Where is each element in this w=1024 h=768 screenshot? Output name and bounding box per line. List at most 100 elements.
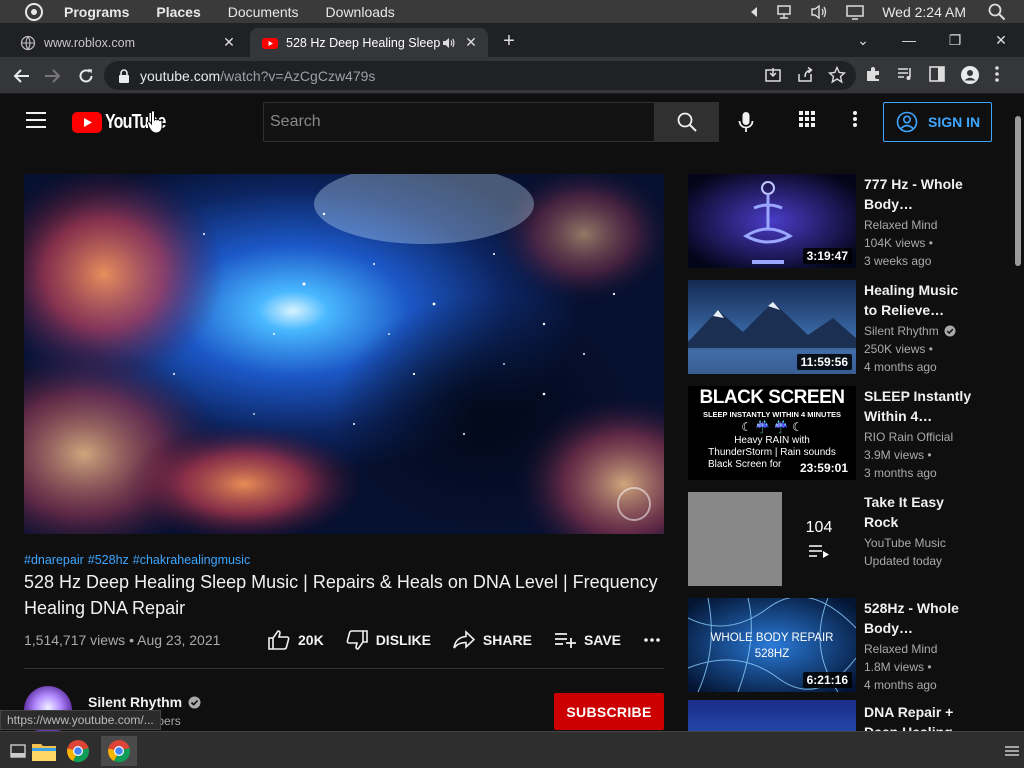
menu-downloads[interactable]: Downloads <box>326 4 395 20</box>
display-icon[interactable] <box>846 4 864 20</box>
yt-apps-button[interactable] <box>796 108 818 130</box>
hashtag-link[interactable]: #528hz <box>88 553 129 567</box>
tab-search-icon[interactable]: ⌄ <box>840 23 886 57</box>
rec-title[interactable]: Healing Music to Relieve… <box>864 280 974 320</box>
menu-programs[interactable]: Programs <box>64 4 129 20</box>
recommendation-item[interactable]: DNA Repair + Deep Healing… <box>688 700 1008 731</box>
bookmark-star-icon[interactable] <box>828 66 846 84</box>
address-bar[interactable]: youtube.com/watch?v=AzCgCzw479s <box>104 61 856 90</box>
rec-title[interactable]: 777 Hz - Whole Body… <box>864 174 974 214</box>
os-logo-icon[interactable] <box>24 2 44 22</box>
maximize-button[interactable]: ❐ <box>932 23 978 57</box>
rec-title[interactable]: SLEEP Instantly Within 4… <box>864 386 974 426</box>
new-tab-button[interactable]: + <box>498 31 520 53</box>
menu-documents[interactable]: Documents <box>228 4 299 20</box>
link-hover-status: https://www.youtube.com/... <box>0 710 161 730</box>
close-tab-icon[interactable]: ✕ <box>462 34 480 52</box>
guide-menu-button[interactable] <box>26 112 46 128</box>
rec-age: 4 months ago <box>864 678 937 692</box>
search-icon[interactable] <box>988 3 1006 21</box>
profile-icon[interactable] <box>960 65 980 85</box>
subscribe-button[interactable]: SUBSCRIBE <box>554 693 664 730</box>
chrome-icon <box>108 740 130 763</box>
video-actions: 20K DISLIKE SHARE SAVE <box>268 630 691 650</box>
media-controls-icon[interactable] <box>896 65 914 83</box>
lock-icon[interactable] <box>118 68 130 83</box>
chrome-taskbar-button[interactable] <box>62 736 94 766</box>
video-thumbnail[interactable]: 11:59:56 <box>688 280 856 374</box>
audio-playing-icon[interactable] <box>442 36 456 50</box>
close-window-button[interactable]: ✕ <box>978 23 1024 57</box>
voice-search-button[interactable] <box>728 104 764 140</box>
search-button[interactable] <box>655 102 719 142</box>
rec-views: 1.8M views • <box>864 660 932 674</box>
recommendation-item[interactable]: WHOLE BODY REPAIR 528HZ 6:21:16 528Hz - … <box>688 598 1008 694</box>
video-thumbnail[interactable]: BLACK SCREEN SLEEP INSTANTLY WITHIN 4 MI… <box>688 386 856 480</box>
rec-channel[interactable]: Relaxed Mind <box>864 642 937 656</box>
rec-title[interactable]: 528Hz - Whole Body… <box>864 598 974 638</box>
sign-in-button[interactable]: SIGN IN <box>883 102 992 142</box>
tab-youtube[interactable]: 528 Hz Deep Healing Sleep M ✕ <box>250 28 488 57</box>
video-thumbnail[interactable]: WHOLE BODY REPAIR 528HZ 6:21:16 <box>688 598 856 692</box>
like-button[interactable]: 20K <box>268 630 324 650</box>
youtube-icon <box>262 37 278 49</box>
tray-arrow-icon[interactable] <box>750 6 758 17</box>
volume-icon[interactable] <box>810 4 828 20</box>
settings-menu-button[interactable] <box>844 108 866 130</box>
recommendation-item[interactable]: BLACK SCREEN SLEEP INSTANTLY WITHIN 4 MI… <box>688 386 1008 482</box>
forward-button[interactable] <box>42 65 64 87</box>
rec-channel[interactable]: Silent Rhythm <box>864 324 956 338</box>
video-player[interactable] <box>24 174 664 534</box>
install-app-icon[interactable] <box>764 66 782 84</box>
thumbs-up-icon <box>268 630 290 650</box>
rec-channel[interactable]: RIO Rain Official <box>864 430 953 444</box>
file-manager-button[interactable] <box>28 736 60 766</box>
playlist-thumbnail[interactable]: 104 <box>688 492 856 586</box>
hamburger-icon <box>26 112 46 128</box>
search-input[interactable]: Search <box>263 102 655 142</box>
rec-views: 3.9M views • <box>864 448 932 462</box>
clock[interactable]: Wed 2:24 AM <box>882 4 966 20</box>
taskbar-menu-button[interactable] <box>996 736 1024 766</box>
share-button[interactable]: SHARE <box>453 630 532 650</box>
page-scrollbar[interactable] <box>1012 94 1024 731</box>
share-page-icon[interactable] <box>796 66 814 84</box>
recommendation-item[interactable]: 104 Take It Easy Rock YouTube Music Upda… <box>688 492 1008 588</box>
rec-title[interactable]: DNA Repair + Deep Healing… <box>864 702 974 731</box>
rain-cloud-icons: ☾ ☔ ☔ ☾ <box>741 420 803 434</box>
network-icon[interactable] <box>776 4 792 20</box>
more-horiz-icon <box>644 638 660 642</box>
menu-places[interactable]: Places <box>156 4 200 20</box>
reload-button[interactable] <box>75 65 97 87</box>
url-path: /watch?v=AzCgCzw479s <box>220 67 376 84</box>
extensions-icon[interactable] <box>864 65 882 83</box>
playlist-count: 104 <box>805 519 833 536</box>
recommendation-item[interactable]: 11:59:56 Healing Music to Relieve… Silen… <box>688 280 1008 376</box>
tab-roblox[interactable]: www.roblox.com ✕ <box>8 28 246 57</box>
recommendation-item[interactable]: 3:19:47 777 Hz - Whole Body… Relaxed Min… <box>688 174 1008 270</box>
video-thumbnail[interactable] <box>688 700 856 731</box>
rec-channel[interactable]: Relaxed Mind <box>864 218 937 232</box>
rec-channel-name: Silent Rhythm <box>864 324 939 338</box>
channel-name[interactable]: Silent Rhythm <box>88 694 201 710</box>
more-actions-button[interactable] <box>643 637 669 643</box>
close-tab-icon[interactable]: ✕ <box>220 34 238 52</box>
rec-title[interactable]: Take It Easy Rock <box>864 492 974 532</box>
playlist-overlay: 104 <box>782 492 856 586</box>
minimize-button[interactable]: — <box>886 23 932 57</box>
chrome-taskbar-button-active[interactable] <box>101 736 137 766</box>
side-panel-icon[interactable] <box>928 65 946 83</box>
browser-toolbar: youtube.com/watch?v=AzCgCzw479s <box>0 57 1024 94</box>
browser-menu-icon[interactable] <box>994 65 1000 83</box>
hashtag-link[interactable]: #chakrahealingmusic <box>133 553 250 567</box>
microphone-icon <box>738 112 754 132</box>
back-arrow-icon <box>13 69 29 83</box>
video-thumbnail[interactable]: 3:19:47 <box>688 174 856 268</box>
rec-channel[interactable]: YouTube Music <box>864 536 946 550</box>
scrollbar-thumb[interactable] <box>1015 116 1021 266</box>
back-button[interactable] <box>10 65 32 87</box>
hashtag-link[interactable]: #dnarepair <box>24 553 84 567</box>
save-button[interactable]: SAVE <box>554 631 621 649</box>
dislike-button[interactable]: DISLIKE <box>346 630 431 650</box>
sign-in-label: SIGN IN <box>928 114 981 130</box>
